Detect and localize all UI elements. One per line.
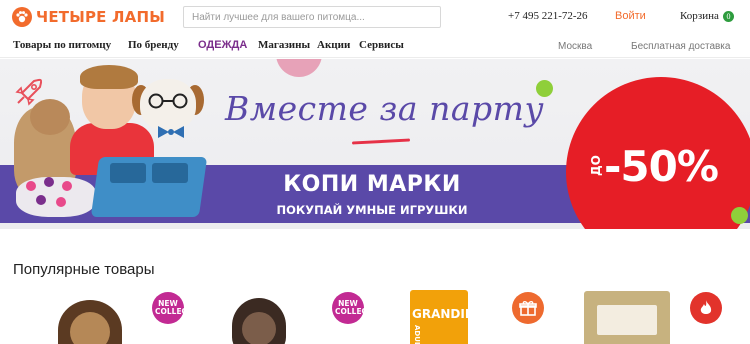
gift-icon [519,301,537,316]
yorkie-face [70,312,110,344]
nav-item-services[interactable]: Сервисы [359,39,404,51]
pack-sub: ADULT [413,325,421,344]
kid-hair [80,65,138,89]
banner-title: Вместе за парту [225,89,545,128]
toy-peg [36,195,46,205]
nav-item-clothing[interactable]: ОДЕЖДА [198,39,247,51]
phone-number[interactable]: +7 495 221-72-26 [508,10,588,22]
search-input[interactable] [184,7,424,28]
paw-icon [12,7,32,27]
search-box[interactable] [183,6,441,28]
nav-item-promotions[interactable]: Акции [317,39,350,51]
logo-text: ЧЕТЫРЕ ЛАПЫ [36,8,165,26]
pack-brand: GRANDIN [412,307,475,321]
page: ЧЕТЫРЕ ЛАПЫ +7 495 221-72-26 Войти Корзи… [0,0,750,344]
banner-subline: ПОКУПАЙ УМНЫЕ ИГРУШКИ [276,203,468,217]
sale-value: -50% [604,142,719,191]
main-nav: Товары по питомцу По бренду ОДЕЖДА Магаз… [0,34,750,58]
toy-peg [26,181,36,191]
new-collection-badge: NEW COLLECTION [152,292,208,324]
free-delivery-link[interactable]: Бесплатная доставка [631,41,730,52]
logo[interactable]: ЧЕТЫРЕ ЛАПЫ [12,7,165,27]
nav-item-by-brand[interactable]: По бренду [128,39,179,51]
toy-peg [56,197,66,207]
cat-face [242,312,276,344]
gift-badge [512,292,544,324]
new-collection-badge: NEW COLLECTION [332,292,388,324]
toy-peg [62,181,72,191]
puzzle-box-toy [90,157,208,217]
banner-headline: КОПИ МАРКИ [283,172,461,197]
pack-label [597,305,657,335]
toy-compartment [152,163,188,183]
nav-item-stores[interactable]: Магазины [258,39,310,51]
cat-head [30,99,70,135]
city-selector[interactable]: Москва [558,41,592,52]
title-underline [351,138,411,145]
cart-count-badge: 0 [722,10,734,22]
nav-item-by-pet[interactable]: Товары по питомцу [13,39,111,51]
glasses-icon [148,93,188,109]
cart-label: Корзина [680,10,719,22]
section-title-popular: Популярные товары [13,261,155,278]
bowtie-icon [158,126,184,138]
promo-banner[interactable]: Вместе за парту КОПИ МАРКИ ПОКУПАЙ УМНЫЕ… [0,59,750,229]
decor-circle [276,59,322,77]
login-link[interactable]: Войти [615,10,646,22]
hot-badge [690,292,722,324]
cart-link[interactable]: Корзина 0 [680,10,734,22]
decor-dot [731,207,748,224]
toy-peg [44,177,54,187]
top-header: ЧЕТЫРЕ ЛАПЫ +7 495 221-72-26 Войти Корзи… [0,0,750,34]
flame-icon [700,300,712,314]
sale-prefix: ДО [589,155,603,176]
toy-compartment [110,163,146,183]
